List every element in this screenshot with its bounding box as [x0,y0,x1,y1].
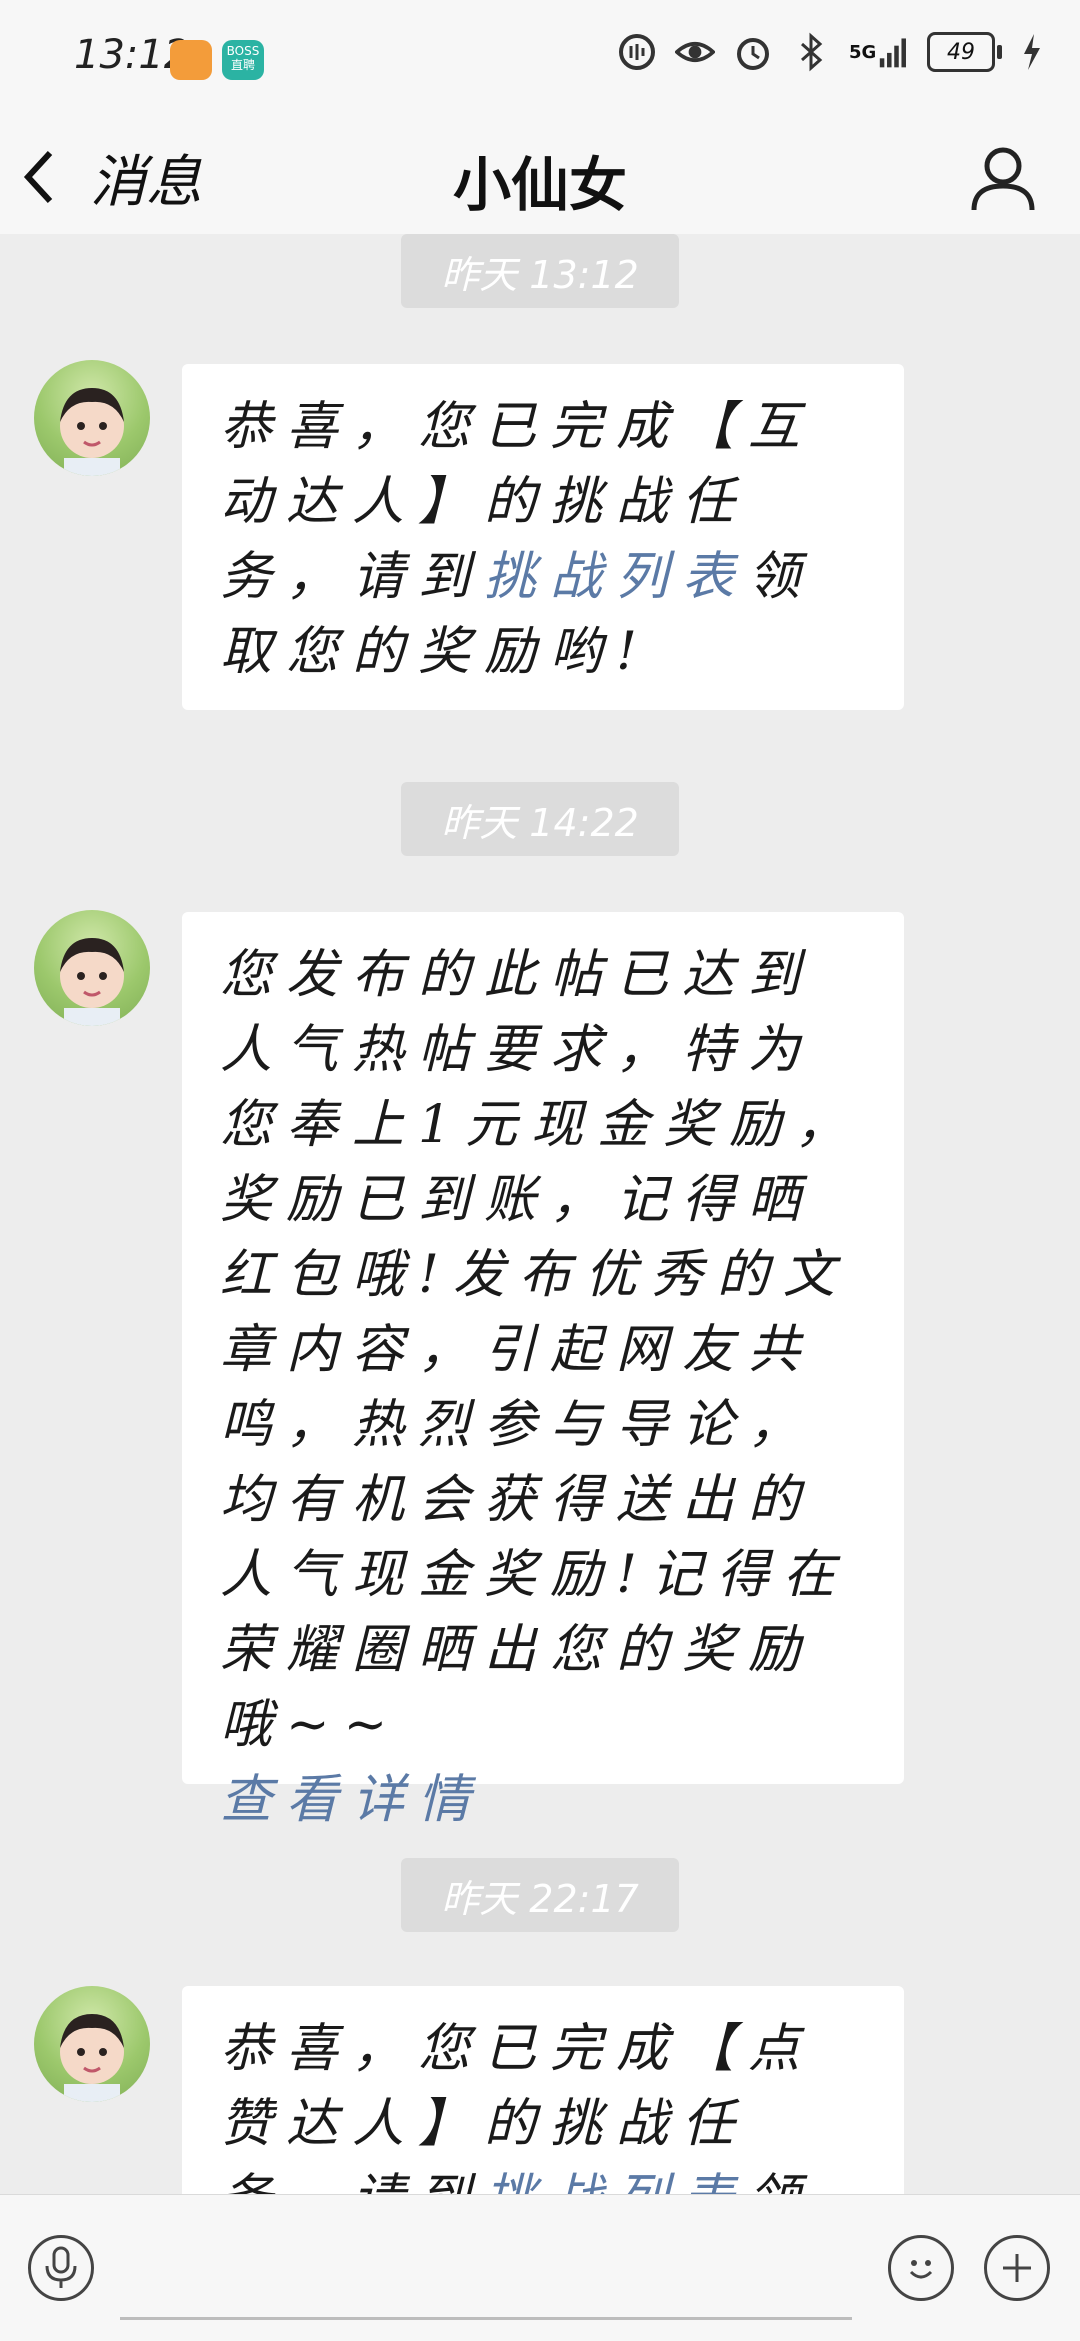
message-timestamp: 昨天 14:22 [401,782,679,856]
challenge-list-link[interactable]: 挑战列表 [484,547,748,607]
signal-icon: 5G [849,32,909,72]
more-options-button[interactable] [984,2235,1050,2301]
profile-icon [971,147,1035,211]
navigation-bar: 消息 小仙女 [0,120,1080,234]
message-text: 您发布的此帖已达到人气热帖要求，特为您奉上1元现金奖励，奖励已到账，记得晒红包哦… [220,945,862,1755]
message-bubble[interactable]: 恭喜，您已完成【互动达人】的挑战任务，请到挑战列表领取您的奖励哟! [182,364,904,710]
voice-input-button[interactable] [28,2235,94,2301]
boss-app-icon: BOSS直聘 [222,40,264,80]
avatar[interactable] [34,360,150,476]
message-timestamp: 昨天 22:17 [401,1858,679,1932]
view-details-link[interactable]: 查看详情 [220,1770,484,1830]
challenge-list-link[interactable]: 挑战列表 [484,2169,748,2194]
message-input[interactable] [120,2231,852,2320]
alarm-icon [733,32,773,72]
message-bubble[interactable]: 您发布的此帖已达到人气热帖要求，特为您奉上1元现金奖励，奖励已到账，记得晒红包哦… [182,912,904,1830]
input-bar [0,2194,1080,2341]
bluetooth-icon [791,32,831,72]
message-text: 恭喜，您已完成【点赞达人】的挑战任务，请到 [220,2019,815,2194]
battery-indicator: 49 [927,32,1002,72]
page-title: 小仙女 [452,151,627,219]
avatar[interactable] [34,910,150,1026]
charging-icon [1020,32,1044,72]
app-notification-icon [170,40,212,80]
message-timestamp: 昨天 13:12 [401,234,679,308]
plus-icon [1003,2254,1031,2282]
network-type: 5G [849,41,877,63]
data-saver-icon [617,32,657,72]
system-icons: 5G 49 [617,32,1044,72]
message-bubble[interactable]: 恭喜，您已完成【点赞达人】的挑战任务，请到挑战列表领取您的奖 [182,1986,904,2194]
microphone-icon [45,2246,77,2288]
eye-icon [675,32,715,72]
chat-area[interactable]: 昨天 13:12 恭喜，您已完成【互动达人】的挑战任务，请到挑战列表领取您的奖励… [0,234,1080,2194]
battery-level: 49 [927,32,995,72]
avatar[interactable] [34,1986,150,2102]
profile-button[interactable] [966,140,1040,214]
emoji-button[interactable] [888,2235,954,2301]
emoji-icon [909,2260,933,2279]
status-bar: 13:12 BOSS直聘 5G 49 [0,0,1080,120]
